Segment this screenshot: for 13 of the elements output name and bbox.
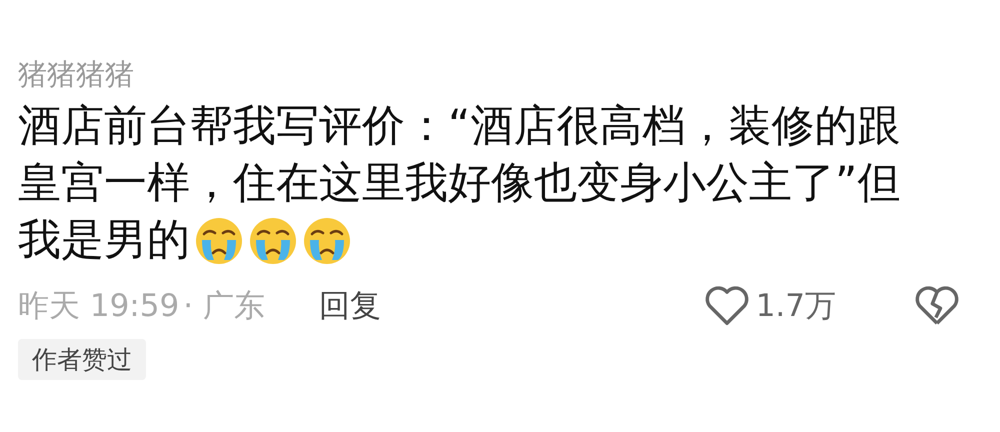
comment-text-line: 我是男的	[18, 214, 190, 267]
heart-icon	[704, 285, 750, 327]
broken-heart-icon[interactable]	[914, 285, 960, 327]
crying-emoji-icon	[302, 216, 352, 266]
crying-emoji-icon	[194, 216, 244, 266]
like-button[interactable]: 1.7万	[704, 285, 836, 327]
author-liked-tag: 作者赞过	[18, 339, 146, 380]
crying-emoji-icon	[248, 216, 298, 266]
comment-location: · 广东	[183, 287, 265, 326]
comment-time: 昨天 19:59	[18, 287, 180, 326]
reply-button[interactable]: 回复	[318, 285, 381, 327]
comment-text-line: 酒店前台帮我写评价：“酒店很高档，装修的跟	[18, 100, 900, 153]
comment-text-line: 皇宫一样，住在这里我好像也变身小公主了”但	[18, 157, 900, 210]
